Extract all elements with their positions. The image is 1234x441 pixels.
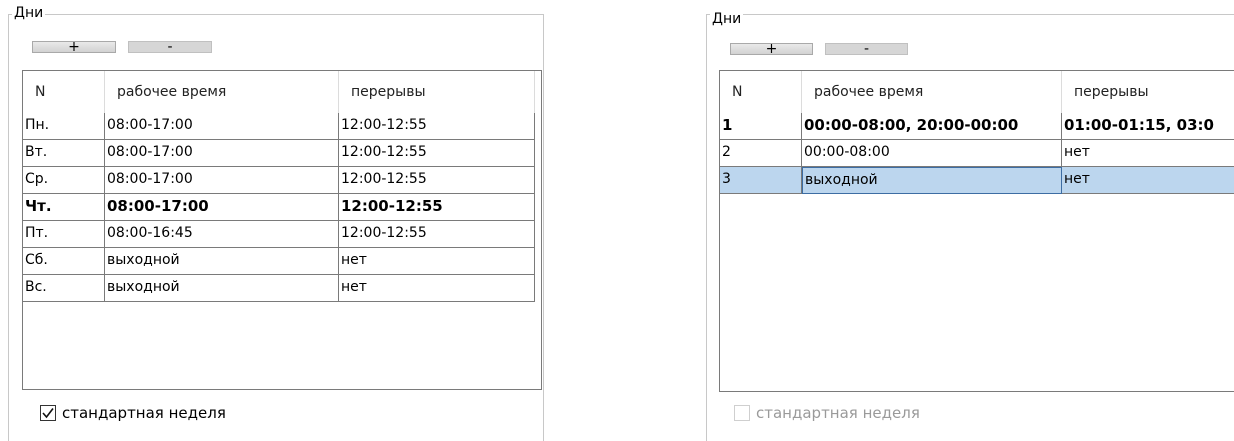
cell-work-time[interactable]: выходной xyxy=(105,275,339,302)
cell-n[interactable]: 3 xyxy=(720,167,802,194)
checkmark-icon xyxy=(42,408,54,419)
table-row[interactable]: Пт. 08:00-16:45 12:00-12:55 xyxy=(23,221,535,248)
table-header: N рабочее время перерывы xyxy=(720,71,1234,113)
groupbox-border xyxy=(706,14,707,441)
cell-breaks[interactable]: нет xyxy=(339,248,535,275)
cell-n[interactable]: Пт. xyxy=(23,221,105,248)
checkbox-label[interactable]: стандартная неделя xyxy=(62,404,226,422)
table-row[interactable]: 3 выходной нет xyxy=(720,167,1234,194)
standard-week-checkbox[interactable] xyxy=(734,405,750,421)
cell-work-time[interactable]: 00:00-08:00 xyxy=(802,140,1062,167)
cell-work-time[interactable]: 08:00-16:45 xyxy=(105,221,339,248)
right-days-panel: Дни + - N рабочее время перерывы 1 00:00-… xyxy=(700,0,1234,441)
table-row[interactable]: Чт. 08:00-17:00 12:00-12:55 xyxy=(23,194,535,221)
cell-n[interactable]: Вт. xyxy=(23,140,105,167)
standard-week-checkbox-row[interactable]: стандартная неделя xyxy=(734,404,920,422)
cell-breaks[interactable]: нет xyxy=(1062,140,1234,167)
groupbox-border xyxy=(543,14,544,441)
column-header-work-time[interactable]: рабочее время xyxy=(105,71,339,113)
cell-n[interactable]: Ср. xyxy=(23,167,105,194)
cell-breaks[interactable]: нет xyxy=(339,275,535,302)
standard-week-checkbox[interactable] xyxy=(40,405,56,421)
cell-breaks[interactable]: 01:00-01:15, 03:0 xyxy=(1062,113,1234,140)
cell-n[interactable]: 1 xyxy=(720,113,802,140)
cell-n[interactable]: Чт. xyxy=(23,194,105,221)
groupbox-border xyxy=(8,14,543,15)
cell-work-time[interactable]: выходной xyxy=(802,167,1062,194)
remove-day-button[interactable]: - xyxy=(128,40,212,54)
cell-breaks[interactable]: нет xyxy=(1062,167,1234,194)
cell-n[interactable]: 2 xyxy=(720,140,802,167)
checkbox-label[interactable]: стандартная неделя xyxy=(756,404,920,422)
cell-work-time[interactable]: 00:00-08:00, 20:00-00:00 xyxy=(802,113,1062,140)
groupbox-border xyxy=(8,14,9,441)
cell-breaks[interactable]: 12:00-12:55 xyxy=(339,167,535,194)
cell-n[interactable]: Сб. xyxy=(23,248,105,275)
add-day-button[interactable]: + xyxy=(32,40,116,54)
cell-breaks[interactable]: 12:00-12:55 xyxy=(339,194,535,221)
cell-work-time[interactable]: 08:00-17:00 xyxy=(105,167,339,194)
table-row[interactable]: Ср. 08:00-17:00 12:00-12:55 xyxy=(23,167,535,194)
column-header-n[interactable]: N xyxy=(720,71,802,113)
table-header: N рабочее время перерывы xyxy=(23,71,541,113)
group-title: Дни xyxy=(710,10,744,28)
cell-n[interactable]: Пн. xyxy=(23,113,105,140)
table-row[interactable]: Вт. 08:00-17:00 12:00-12:55 xyxy=(23,140,535,167)
cell-work-time[interactable]: выходной xyxy=(105,248,339,275)
table-row[interactable]: Пн. 08:00-17:00 12:00-12:55 xyxy=(23,113,535,140)
cell-work-time[interactable]: 08:00-17:00 xyxy=(105,113,339,140)
column-header-work-time[interactable]: рабочее время xyxy=(802,71,1062,113)
days-table[interactable]: N рабочее время перерывы Пн. 08:00-17:00 1… xyxy=(22,70,542,390)
cell-breaks[interactable]: 12:00-12:55 xyxy=(339,221,535,248)
standard-week-checkbox-row[interactable]: стандартная неделя xyxy=(40,404,226,422)
groupbox-border xyxy=(706,14,1234,15)
cell-breaks[interactable]: 12:00-12:55 xyxy=(339,113,535,140)
column-header-breaks[interactable]: перерывы xyxy=(339,71,535,113)
cell-n[interactable]: Вс. xyxy=(23,275,105,302)
remove-day-button[interactable]: - xyxy=(825,42,908,56)
table-row[interactable]: 1 00:00-08:00, 20:00-00:00 01:00-01:15, 03… xyxy=(720,113,1234,140)
cell-work-time[interactable]: 08:00-17:00 xyxy=(105,194,339,221)
table-row[interactable]: 2 00:00-08:00 нет xyxy=(720,140,1234,167)
cell-work-time[interactable]: 08:00-17:00 xyxy=(105,140,339,167)
days-table[interactable]: N рабочее время перерывы 1 00:00-08:00, 2… xyxy=(719,70,1234,392)
table-row[interactable]: Сб. выходной нет xyxy=(23,248,535,275)
left-days-panel: Дни + - N рабочее время перерывы Пн. 08:0… xyxy=(0,0,560,441)
column-header-breaks[interactable]: перерывы xyxy=(1062,71,1234,113)
table-row[interactable]: Вс. выходной нет xyxy=(23,275,535,302)
column-header-n[interactable]: N xyxy=(23,71,105,113)
group-title: Дни xyxy=(12,4,46,22)
add-day-button[interactable]: + xyxy=(730,42,813,56)
cell-breaks[interactable]: 12:00-12:55 xyxy=(339,140,535,167)
